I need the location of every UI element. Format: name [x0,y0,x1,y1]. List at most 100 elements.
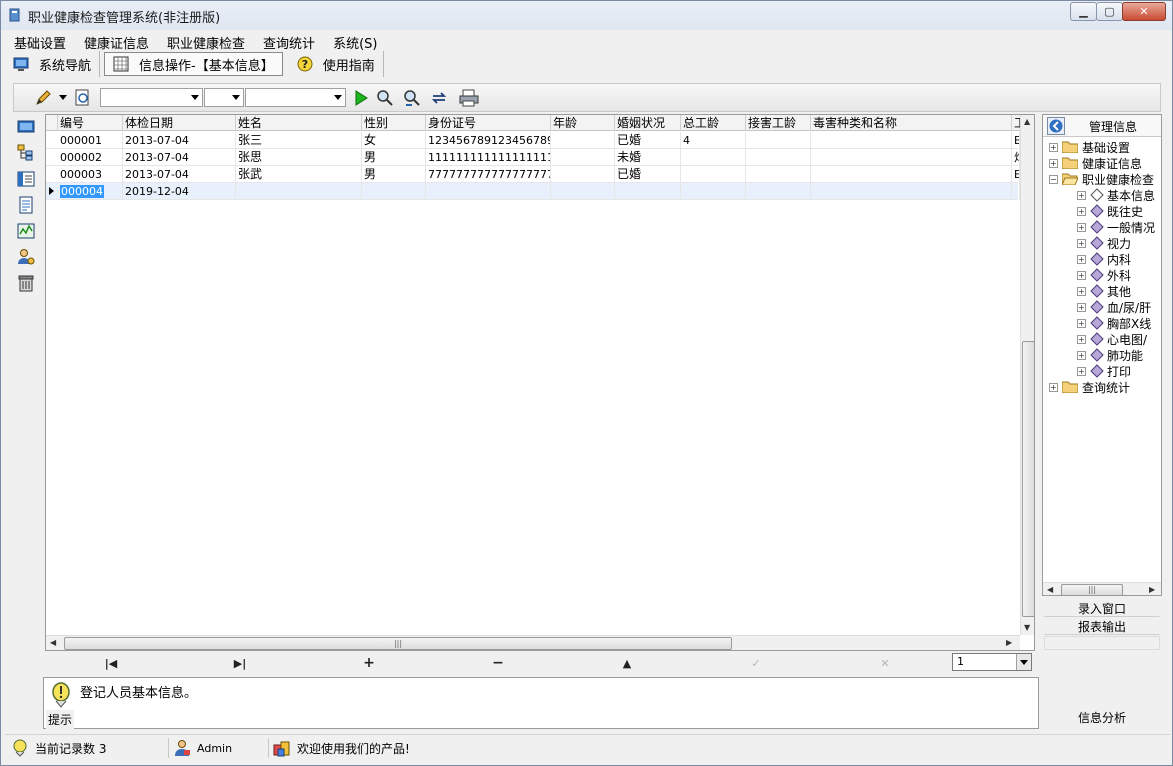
scroll-thumb[interactable]: ||| [1061,584,1123,595]
cell-total-years[interactable] [681,149,746,166]
cell-name[interactable] [236,183,362,200]
cell-gender[interactable]: 女 [362,132,426,149]
cell-id[interactable]: 000002 [58,149,123,166]
monitor-icon[interactable] [17,118,35,136]
cell-gender[interactable]: 男 [362,166,426,183]
form-icon[interactable] [17,170,35,188]
tree-node-health-certificate[interactable]: + 健康证信息 [1049,155,1142,171]
data-grid[interactable]: 编号 体检日期 姓名 性别 身份证号 年龄 婚姻状况 总工龄 接害工龄 毒害种类… [45,114,1035,651]
column-header[interactable]: 体检日期 [123,115,236,131]
find-next-icon[interactable] [403,89,421,107]
tree-node-query-stats[interactable]: + 查询统计 [1049,379,1130,395]
cell-marital[interactable]: 未婚 [615,149,681,166]
filter-value-combo[interactable] [245,88,346,107]
cell-extra[interactable]: E [1012,132,1020,149]
cell-exposure-years[interactable] [746,149,811,166]
cell-name[interactable]: 张思 [236,149,362,166]
cell-hazard[interactable] [811,149,1012,166]
edit-pencil-icon[interactable] [34,89,52,107]
cell-exam-date[interactable]: 2013-07-04 [123,166,236,183]
scroll-left-arrow-icon[interactable]: ◀ [1047,585,1053,594]
menu-basic-settings[interactable]: 基础设置 [5,31,75,52]
cell-gender[interactable]: 男 [362,149,426,166]
column-header[interactable]: 婚姻状况 [615,115,681,131]
run-query-icon[interactable] [352,89,370,107]
cell-hazard[interactable] [811,166,1012,183]
menu-occupational-exam[interactable]: 职业健康检查 [158,31,254,52]
chevron-down-icon[interactable] [1016,654,1031,670]
menu-health-certificate[interactable]: 健康证信息 [75,31,158,52]
column-header[interactable]: 性别 [362,115,426,131]
preview-icon[interactable] [74,89,92,107]
info-analysis-button[interactable]: 信息分析 [1044,709,1160,726]
cell-age[interactable] [551,132,615,149]
chevron-down-icon[interactable] [58,89,68,107]
report-output-button[interactable]: 报表输出 [1044,618,1160,635]
close-button[interactable]: ✕ [1122,2,1166,21]
grid-horizontal-scrollbar[interactable]: ◀ ||| ▶ [46,635,1020,650]
cell-id[interactable]: 000003 [58,166,123,183]
menu-system[interactable]: 系统(S) [324,31,386,52]
scroll-thumb[interactable] [1022,341,1034,617]
user-settings-icon[interactable] [17,248,35,266]
scroll-right-arrow-icon[interactable]: ▶ [1006,638,1012,647]
expand-icon[interactable]: + [1049,142,1058,152]
tree-node-basic-info[interactable]: + 基本信息 [1077,187,1155,203]
cell-exposure-years[interactable] [746,183,811,200]
column-header[interactable]: 接害工龄 [746,115,811,131]
cell-name[interactable]: 张三 [236,132,362,149]
cell-exam-date[interactable]: 2013-07-04 [123,149,236,166]
tree-node-basic-settings[interactable]: + 基础设置 [1049,139,1130,155]
tree-structure-icon[interactable] [17,144,35,162]
table-row[interactable]: 000003 2013-07-04 张武 男 77777777777777777… [46,166,1020,183]
expand-icon[interactable]: + [1077,302,1086,312]
expand-icon[interactable]: + [1077,206,1086,216]
tab-user-guide[interactable]: ? 使用指南 [289,51,384,77]
filter-field-combo[interactable] [100,88,203,107]
cell-exposure-years[interactable] [746,166,811,183]
tree-node-history[interactable]: + 既往史 [1077,203,1143,219]
collapse-icon[interactable]: − [1049,174,1058,184]
cell-age[interactable] [551,149,615,166]
expand-icon[interactable]: + [1077,270,1086,280]
trash-icon[interactable] [17,274,35,292]
chart-icon[interactable] [17,222,35,240]
column-header[interactable]: 身份证号 [426,115,551,131]
expand-icon[interactable]: + [1077,318,1086,328]
cell-age[interactable] [551,166,615,183]
edit-record-button[interactable]: ▲ [617,656,637,670]
post-record-button[interactable]: ✓ [746,656,766,670]
refresh-icon[interactable] [430,89,448,107]
table-row[interactable]: 000002 2013-07-04 张思 男 11111111111111111… [46,149,1020,166]
column-header[interactable]: 年龄 [551,115,615,131]
tree-node-xray[interactable]: + 胸部X线 [1077,315,1151,331]
cancel-record-button[interactable]: ✕ [875,656,895,670]
cell-name[interactable]: 张武 [236,166,362,183]
cell-marital[interactable] [615,183,681,200]
cell-exam-date[interactable]: 2013-07-04 [123,132,236,149]
expand-icon[interactable]: + [1077,366,1086,376]
expand-icon[interactable]: + [1077,190,1086,200]
tree-node-vision[interactable]: + 视力 [1077,235,1131,251]
column-header[interactable]: 姓名 [236,115,362,131]
scroll-up-arrow-icon[interactable]: ▲ [1024,117,1030,126]
expand-icon[interactable]: + [1077,222,1086,232]
column-header[interactable]: 编号 [58,115,123,131]
print-icon[interactable] [458,89,480,107]
menu-query-stats[interactable]: 查询统计 [254,31,324,52]
cell-marital[interactable]: 已婚 [615,166,681,183]
scroll-left-arrow-icon[interactable]: ◀ [50,638,56,647]
expand-icon[interactable]: + [1077,334,1086,344]
cell-id-selected[interactable]: 000004 [58,183,123,200]
expand-icon[interactable]: + [1077,350,1086,360]
tree-node-lung[interactable]: + 肺功能 [1077,347,1143,363]
cell-extra[interactable] [1012,183,1020,200]
table-row-current[interactable]: 000004 2019-12-04 [46,183,1020,200]
tree-node-other[interactable]: + 其他 [1077,283,1131,299]
cell-id-number[interactable] [426,183,551,200]
first-record-button[interactable]: |◀ [101,656,121,670]
find-icon[interactable] [376,89,394,107]
expand-icon[interactable]: + [1077,286,1086,296]
tab-info-operation[interactable]: 信息操作-【基本信息】 [104,52,283,76]
cell-hazard[interactable] [811,132,1012,149]
